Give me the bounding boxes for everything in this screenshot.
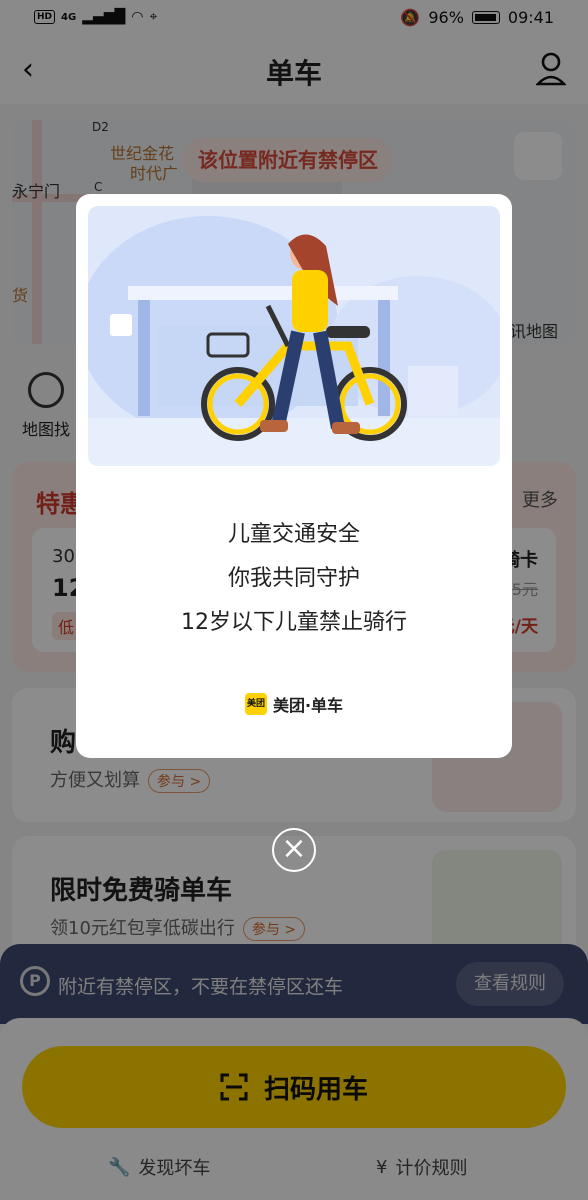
modal-illustration bbox=[88, 206, 500, 466]
brand-name: 美团·单车 bbox=[272, 696, 344, 715]
brand-footer: 美团 美团·单车 bbox=[76, 692, 512, 716]
child-safety-illustration bbox=[88, 216, 500, 466]
modal-line-1: 儿童交通安全 bbox=[227, 522, 360, 547]
modal-line-2: 你我共同守护 bbox=[227, 566, 360, 591]
close-modal-button[interactable]: × bbox=[272, 828, 316, 872]
child-safety-modal: 儿童交通安全 你我共同守护 12岁以下儿童禁止骑行 美团 美团·单车 bbox=[76, 194, 512, 758]
meituan-logo-icon: 美团 bbox=[244, 693, 267, 715]
modal-line-3: 12岁以下儿童禁止骑行 bbox=[181, 610, 407, 635]
